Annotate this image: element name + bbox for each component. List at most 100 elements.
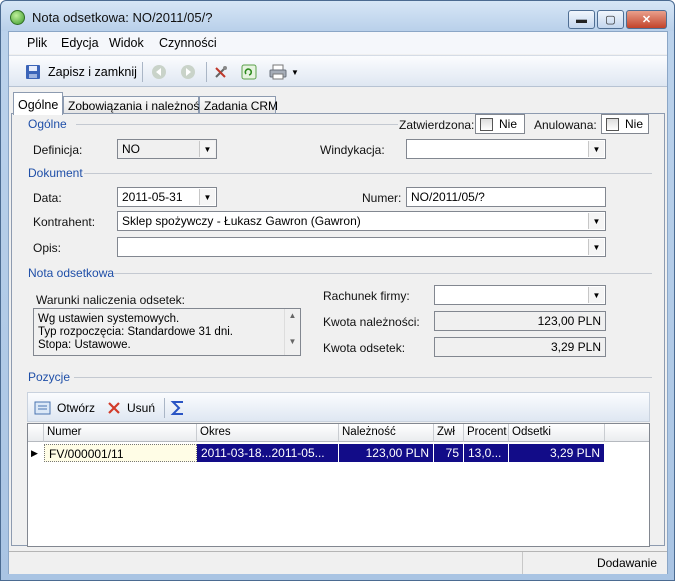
refresh-icon — [241, 64, 257, 80]
section-document-title: Dokument — [28, 166, 83, 180]
save-close-button[interactable]: Zapisz i zamknij — [25, 62, 137, 82]
definition-select[interactable]: NO ▼ — [117, 139, 217, 159]
account-label: Rachunek firmy: — [323, 289, 410, 303]
menu-bar: Plik Edycja Widok Czynności — [9, 32, 667, 54]
cancelled-label: Anulowana: — [534, 118, 597, 132]
status-text: Dodawanie — [596, 556, 657, 570]
section-general-title: Ogólne — [28, 117, 67, 131]
definition-label: Definicja: — [33, 143, 83, 157]
chevron-down-icon[interactable]: ▼ — [199, 141, 215, 157]
save-close-label: Zapisz i zamknij — [48, 65, 137, 79]
date-picker[interactable]: 2011-05-31 ▼ — [117, 187, 217, 207]
tab-page-general: Ogólne Zatwierdzona: Nie Anulowana: Nie … — [11, 113, 665, 547]
forward-arrow-icon — [181, 65, 195, 79]
close-button[interactable]: ✕ — [626, 10, 667, 29]
cancelled-checkbox[interactable]: Nie — [601, 114, 649, 134]
collection-label: Windykacja: — [320, 143, 385, 157]
maximize-button[interactable]: ▢ — [597, 10, 624, 29]
description-label: Opis: — [33, 241, 62, 255]
contractor-value: Sklep spożywczy - Łukasz Gawron (Gawron) — [122, 214, 361, 228]
back-arrow-icon — [152, 65, 166, 79]
back-button[interactable] — [151, 62, 167, 82]
conditions-label: Warunki naliczenia odsetek: — [36, 293, 185, 307]
menu-actions[interactable]: Czynności — [159, 36, 217, 50]
number-input[interactable]: NO/2011/05/? — [406, 187, 606, 207]
positions-grid[interactable]: Numer Okres Należność Zwł Procent Odsetk… — [27, 423, 650, 547]
column-header-delay[interactable]: Zwł — [434, 424, 464, 442]
contractor-select[interactable]: Sklep spożywczy - Łukasz Gawron (Gawron)… — [117, 211, 606, 231]
sum-button[interactable] — [170, 398, 186, 418]
divider — [76, 124, 398, 125]
cell-interest[interactable]: 3,29 PLN — [509, 444, 605, 462]
printer-icon — [269, 64, 287, 80]
due-amount-label: Kwota należności: — [323, 315, 420, 329]
column-header-number[interactable]: Numer — [44, 424, 197, 442]
divider — [74, 377, 652, 378]
cell-due[interactable]: 123,00 PLN — [339, 444, 434, 462]
row-indicator-header — [28, 424, 44, 442]
description-select[interactable]: ▼ — [117, 237, 606, 257]
toolbar: Zapisz i zamknij ▼ — [9, 55, 667, 87]
print-button[interactable]: ▼ — [269, 62, 299, 82]
tab-general[interactable]: Ogólne — [13, 92, 63, 115]
open-label: Otwórz — [57, 401, 96, 415]
column-header-due[interactable]: Należność — [339, 424, 434, 442]
tools-icon — [215, 66, 227, 78]
tab-crm-tasks[interactable]: Zadania CRM — [199, 96, 278, 114]
chevron-down-icon[interactable]: ▼ — [588, 141, 604, 157]
cell-number[interactable]: FV/000001/11 — [44, 444, 197, 462]
status-bar: Dodawanie — [9, 551, 667, 574]
column-header-period[interactable]: Okres — [197, 424, 339, 442]
forward-button[interactable] — [180, 62, 196, 82]
column-header-percent[interactable]: Procent — [464, 424, 509, 442]
section-note-title: Nota odsetkowa — [28, 266, 115, 280]
refresh-button[interactable] — [241, 62, 257, 82]
date-label: Data: — [33, 191, 62, 205]
row-pointer-icon: ▶ — [31, 448, 38, 458]
toolbar-separator — [142, 62, 143, 82]
delete-label: Usuń — [127, 401, 156, 415]
approved-label: Zatwierdzona: — [399, 118, 475, 132]
cell-percent[interactable]: 13,0... — [464, 444, 509, 462]
toolbar-separator — [164, 398, 165, 418]
status-divider — [522, 552, 523, 574]
conditions-line: Wg ustawien systemowych. — [38, 313, 180, 325]
chevron-down-icon[interactable]: ▼ — [588, 287, 604, 303]
account-select[interactable]: ▼ — [434, 285, 606, 305]
column-header-filler — [605, 424, 649, 442]
menu-edit[interactable]: Edycja — [61, 36, 99, 50]
minimize-button[interactable]: ▬ — [568, 10, 595, 29]
approved-value: Nie — [499, 117, 518, 131]
definition-value: NO — [122, 142, 140, 156]
menu-file[interactable]: Plik — [27, 36, 47, 50]
chevron-down-icon[interactable]: ▼ — [199, 189, 215, 205]
cancelled-value: Nie — [625, 117, 644, 131]
section-positions-title: Pozycje — [28, 370, 71, 384]
cell-delay[interactable]: 75 — [434, 444, 464, 462]
column-header-interest[interactable]: Odsetki — [509, 424, 605, 442]
interest-amount-label: Kwota odsetek: — [323, 341, 406, 355]
positions-toolbar: Otwórz Usuń — [27, 392, 650, 422]
tab-strip: Ogólne Zobowiązania i należności Zadania… — [9, 92, 667, 115]
sum-icon — [170, 401, 183, 415]
memo-scrollbar[interactable]: ▲ ▼ — [284, 309, 300, 355]
tools-button[interactable] — [213, 62, 229, 82]
menu-view[interactable]: Widok — [109, 36, 144, 50]
client-area: Plik Edycja Widok Czynności Zapisz i zam… — [8, 31, 668, 574]
tab-liabilities[interactable]: Zobowiązania i należności — [63, 96, 208, 114]
chevron-down-icon[interactable]: ▼ — [291, 68, 299, 77]
app-icon — [10, 10, 25, 25]
contractor-label: Kontrahent: — [33, 215, 96, 229]
open-button[interactable]: Otwórz — [34, 398, 95, 418]
divider — [113, 273, 652, 274]
delete-button[interactable]: Usuń — [106, 398, 155, 418]
collection-select[interactable]: ▼ — [406, 139, 606, 159]
conditions-line: Typ rozpoczęcia: Standardowe 31 dni. — [38, 326, 233, 338]
chevron-down-icon[interactable]: ▼ — [588, 239, 604, 255]
open-document-icon — [34, 401, 51, 415]
approved-checkbox[interactable]: Nie — [475, 114, 525, 134]
chevron-down-icon[interactable]: ▼ — [588, 213, 604, 229]
cell-period[interactable]: 2011-03-18...2011-05... — [197, 444, 339, 462]
toolbar-separator — [206, 62, 207, 82]
conditions-memo[interactable]: Wg ustawien systemowych. Typ rozpoczęcia… — [33, 308, 301, 356]
